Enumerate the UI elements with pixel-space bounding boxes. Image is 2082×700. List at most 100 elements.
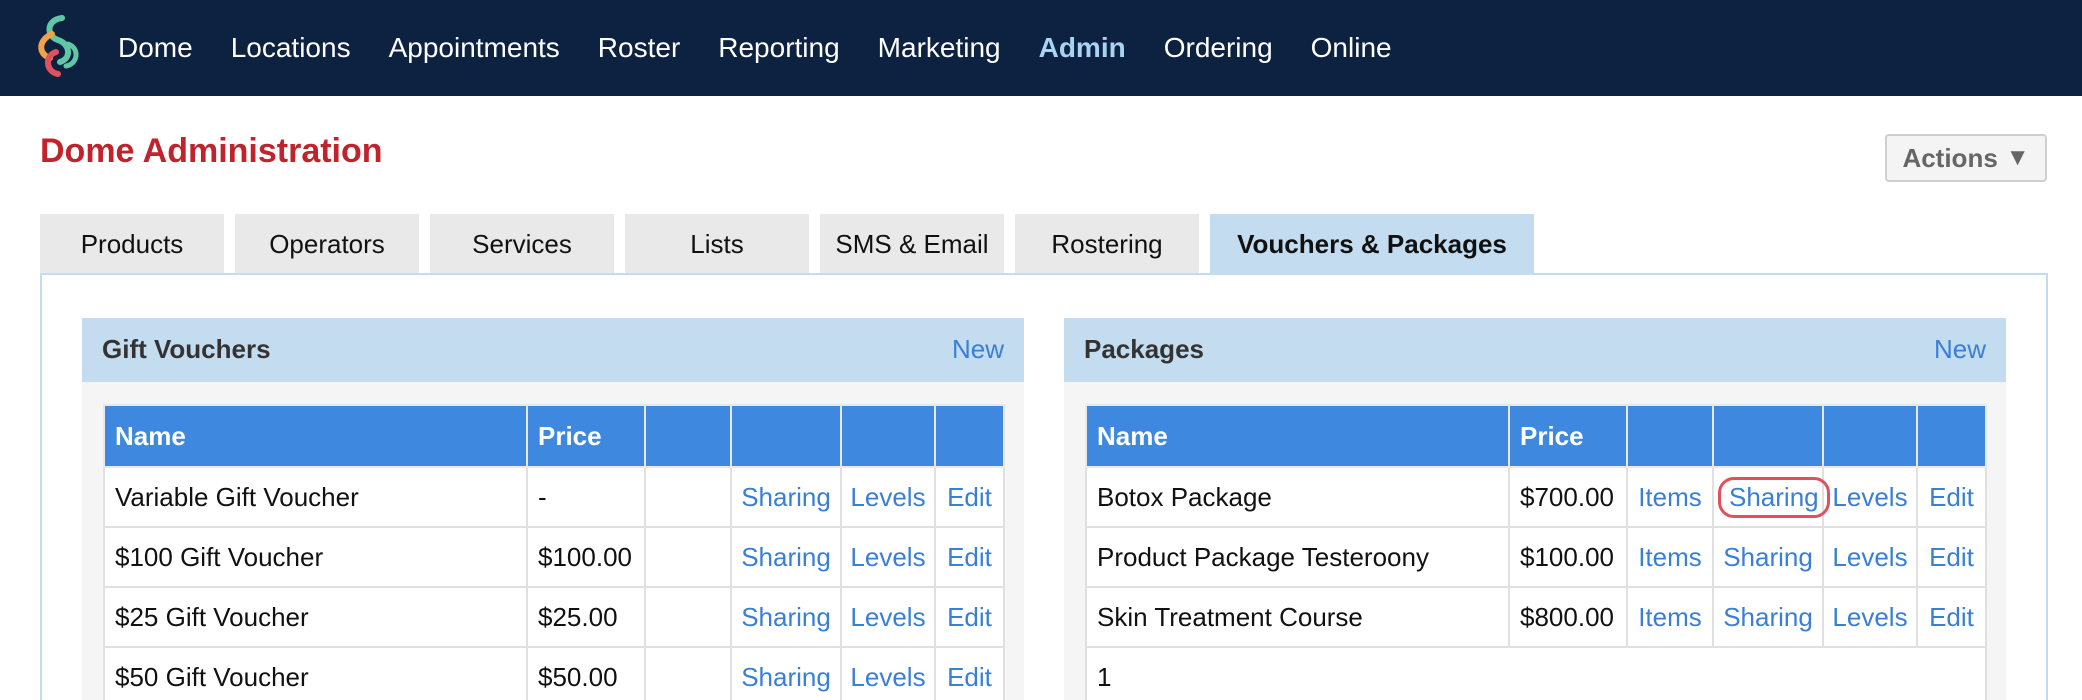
edit-link[interactable]: Edit: [934, 586, 1005, 648]
nav-item-marketing[interactable]: Marketing: [878, 32, 1001, 64]
empty-cell: [644, 466, 732, 528]
tab-vouchers-packages[interactable]: Vouchers & Packages: [1210, 214, 1534, 274]
voucher-price: $100.00: [526, 526, 646, 588]
column-header-price: Price: [526, 404, 646, 468]
caret-down-icon: ▼: [2005, 144, 2030, 171]
page-title: Dome Administration: [40, 132, 383, 170]
nav-item-locations[interactable]: Locations: [231, 32, 351, 64]
package-price: $100.00: [1508, 526, 1628, 588]
items-link[interactable]: Items: [1626, 586, 1714, 648]
column-header-blank: [644, 404, 732, 468]
nav-item-reporting[interactable]: Reporting: [718, 32, 839, 64]
column-header-blank: [934, 404, 1005, 468]
items-link[interactable]: Items: [1626, 526, 1714, 588]
column-header-blank: [1916, 404, 1987, 468]
main-nav: Dome Locations Appointments Roster Repor…: [118, 0, 1430, 96]
package-price: $800.00: [1508, 586, 1628, 648]
nav-item-ordering[interactable]: Ordering: [1164, 32, 1273, 64]
tab-operators[interactable]: Operators: [235, 214, 419, 274]
column-header-name: Name: [1085, 404, 1510, 468]
voucher-price: $25.00: [526, 586, 646, 648]
actions-label: Actions: [1902, 142, 1998, 173]
new-gift-voucher-link[interactable]: New: [952, 334, 1004, 365]
top-navigation-bar: Dome Locations Appointments Roster Repor…: [0, 0, 2082, 96]
sharing-link-label[interactable]: Sharing: [1718, 476, 1830, 518]
sharing-link[interactable]: Sharing: [730, 526, 842, 588]
empty-cell: [644, 526, 732, 588]
edit-link[interactable]: Edit: [934, 646, 1005, 700]
levels-link[interactable]: Levels: [840, 586, 936, 648]
table-row: $100 Gift Voucher $100.00 Sharing Levels…: [103, 526, 1005, 588]
voucher-price: -: [526, 466, 646, 528]
nav-item-dome[interactable]: Dome: [118, 32, 193, 64]
nav-item-admin[interactable]: Admin: [1039, 32, 1126, 64]
table-row: $25 Gift Voucher $25.00 Sharing Levels E…: [103, 586, 1005, 648]
edit-link[interactable]: Edit: [1916, 586, 1987, 648]
gift-vouchers-panel: Gift Vouchers New Name Price Variable Gi…: [82, 318, 1024, 700]
column-header-name: Name: [103, 404, 528, 468]
app-logo-icon[interactable]: [32, 14, 86, 78]
gift-vouchers-title: Gift Vouchers: [102, 334, 271, 364]
levels-link[interactable]: Levels: [840, 646, 936, 700]
levels-link[interactable]: Levels: [1822, 466, 1918, 528]
tab-lists[interactable]: Lists: [625, 214, 809, 274]
gift-vouchers-table: Name Price Variable Gift Voucher - Shari…: [103, 404, 1005, 700]
package-name: Botox Package: [1085, 466, 1510, 528]
nav-item-roster[interactable]: Roster: [598, 32, 680, 64]
table-row: Product Package Testeroony $100.00 Items…: [1085, 526, 1987, 588]
column-header-blank: [1712, 404, 1824, 468]
levels-link[interactable]: Levels: [1822, 586, 1918, 648]
sharing-link[interactable]: Sharing: [730, 586, 842, 648]
package-name: Product Package Testeroony: [1085, 526, 1510, 588]
sharing-link[interactable]: Sharing: [1712, 586, 1824, 648]
column-header-price: Price: [1508, 404, 1628, 468]
levels-link[interactable]: Levels: [840, 466, 936, 528]
levels-link[interactable]: Levels: [1822, 526, 1918, 588]
voucher-name: $25 Gift Voucher: [103, 586, 528, 648]
items-link[interactable]: Items: [1626, 466, 1714, 528]
sharing-link-highlighted[interactable]: Sharing: [1712, 466, 1830, 528]
empty-cell: [644, 586, 732, 648]
table-row: Botox Package $700.00 Items Sharing Leve…: [1085, 466, 1987, 528]
edit-link[interactable]: Edit: [934, 466, 1005, 528]
new-package-link[interactable]: New: [1934, 334, 1986, 365]
table-row: Skin Treatment Course $800.00 Items Shar…: [1085, 586, 1987, 648]
sharing-link[interactable]: Sharing: [730, 466, 842, 528]
voucher-name: $100 Gift Voucher: [103, 526, 528, 588]
table-header-row: Name Price: [103, 404, 1005, 468]
edit-link[interactable]: Edit: [1916, 526, 1987, 588]
empty-cell: [644, 646, 732, 700]
edit-link[interactable]: Edit: [934, 526, 1005, 588]
packages-panel: Packages New Name Price Botox Package $7…: [1064, 318, 2006, 700]
package-price: $700.00: [1508, 466, 1628, 528]
voucher-name: Variable Gift Voucher: [103, 466, 528, 528]
packages-title: Packages: [1084, 334, 1204, 364]
voucher-name: $50 Gift Voucher: [103, 646, 528, 700]
pager-page-number[interactable]: 1: [1085, 646, 1987, 700]
tab-services[interactable]: Services: [430, 214, 614, 274]
sharing-link[interactable]: Sharing: [1712, 526, 1824, 588]
packages-table: Name Price Botox Package $700.00 Items S…: [1085, 404, 1987, 700]
column-header-blank: [1822, 404, 1918, 468]
actions-dropdown-button[interactable]: Actions ▼: [1885, 134, 2047, 182]
edit-link[interactable]: Edit: [1916, 466, 1987, 528]
levels-link[interactable]: Levels: [840, 526, 936, 588]
sharing-link[interactable]: Sharing: [730, 646, 842, 700]
column-header-blank: [730, 404, 842, 468]
nav-item-appointments[interactable]: Appointments: [389, 32, 560, 64]
tab-sms-email[interactable]: SMS & Email: [820, 214, 1004, 274]
packages-header: Packages New: [1064, 318, 2006, 382]
table-header-row: Name Price: [1085, 404, 1987, 468]
gift-vouchers-header: Gift Vouchers New: [82, 318, 1024, 382]
pager-row: 1: [1085, 646, 1987, 700]
package-name: Skin Treatment Course: [1085, 586, 1510, 648]
admin-tabs: Products Operators Services Lists SMS & …: [40, 214, 1545, 274]
nav-item-online[interactable]: Online: [1311, 32, 1392, 64]
table-row: $50 Gift Voucher $50.00 Sharing Levels E…: [103, 646, 1005, 700]
tab-products[interactable]: Products: [40, 214, 224, 274]
table-row: Variable Gift Voucher - Sharing Levels E…: [103, 466, 1005, 528]
column-header-blank: [1626, 404, 1714, 468]
voucher-price: $50.00: [526, 646, 646, 700]
column-header-blank: [840, 404, 936, 468]
tab-rostering[interactable]: Rostering: [1015, 214, 1199, 274]
